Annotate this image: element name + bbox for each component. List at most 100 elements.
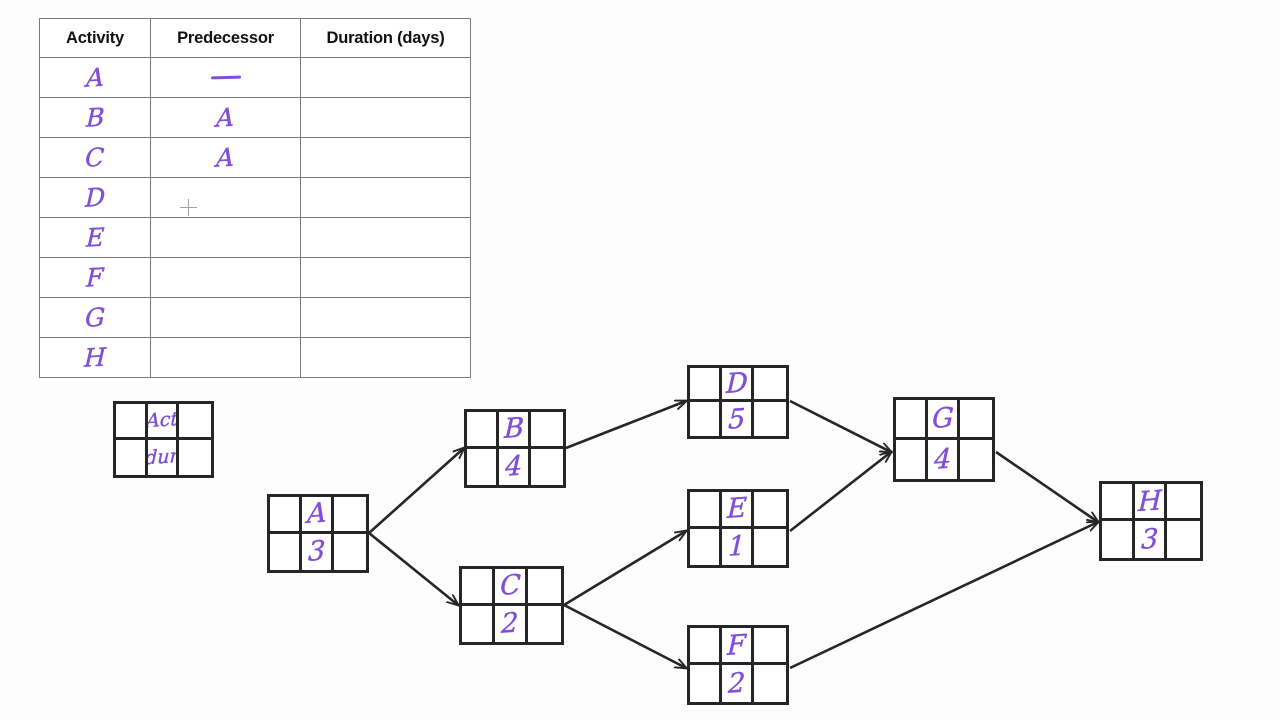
node-e-activity-label: E (726, 492, 747, 526)
node-e-cell-lf (754, 529, 786, 566)
node-c[interactable]: C 2 (459, 566, 564, 645)
table-body: A B A C A D E F G H (39, 57, 471, 378)
node-d-cell-lf (754, 402, 786, 436)
cell-predecessor[interactable]: A (150, 137, 301, 178)
node-d-cell-es (690, 368, 722, 402)
node-a[interactable]: A 3 (267, 494, 369, 573)
cell-predecessor[interactable] (150, 57, 301, 98)
node-h-cell-ef (1167, 484, 1200, 521)
node-f-cell-ls (690, 665, 722, 702)
table-row[interactable]: A (39, 57, 471, 98)
column-header-activity: Activity (39, 18, 151, 58)
node-f-cell-lf (754, 665, 786, 702)
node-f-duration-label: 2 (727, 667, 746, 700)
node-b-cell-ls (467, 448, 499, 485)
predecessor-value: A (215, 101, 236, 133)
cell-activity: E (39, 217, 151, 258)
column-header-duration: Duration (days) (300, 18, 471, 58)
node-h-cell-ls (1102, 521, 1135, 558)
node-e-cell-duration: 1 (722, 528, 754, 565)
edge-e-to-g (789, 452, 891, 533)
activity-value: B (85, 101, 105, 133)
edge-a-to-b (368, 448, 464, 534)
cell-activity: D (39, 177, 151, 218)
edge-g-to-h (995, 450, 1098, 522)
node-g-cell-activity: G (928, 400, 960, 440)
node-c-cell-ef (528, 569, 561, 606)
node-b-cell-lf (531, 449, 563, 486)
node-c-duration-label: 2 (500, 607, 520, 640)
node-h-cell-activity: H (1134, 484, 1168, 521)
node-g[interactable]: G 4 (893, 397, 995, 482)
node-e-duration-label: 1 (727, 530, 746, 563)
node-h-duration-label: 3 (1140, 523, 1159, 556)
node-f-cell-duration: 2 (722, 665, 754, 702)
node-d-cell-ls (690, 402, 722, 436)
node-f[interactable]: F 2 (687, 625, 789, 705)
node-d-cell-ef (754, 368, 786, 402)
cell-duration[interactable] (300, 57, 471, 98)
node-d[interactable]: D 5 (687, 365, 789, 439)
cell-predecessor[interactable] (150, 337, 301, 378)
node-g-activity-label: G (931, 401, 954, 435)
cell-activity: G (39, 297, 151, 338)
table-row[interactable]: G (39, 297, 471, 338)
edge-b-to-d (565, 401, 686, 450)
node-g-cell-lf (960, 440, 992, 480)
cell-predecessor[interactable] (150, 257, 301, 298)
table-row[interactable]: E (39, 217, 471, 258)
legend-duration-label: dur (147, 444, 180, 469)
node-e-cell-es (690, 492, 722, 529)
node-d-duration-label: 5 (727, 402, 746, 436)
node-g-cell-ls (896, 439, 928, 479)
node-d-cell-duration: 5 (722, 402, 754, 436)
table-row[interactable]: D (39, 177, 471, 218)
legend-node[interactable]: Act dur (113, 401, 214, 478)
legend-cell-duration: dur (147, 439, 180, 475)
legend-cell-top-left (116, 404, 148, 440)
node-e-cell-activity: E (722, 492, 754, 529)
activity-value: G (84, 301, 106, 333)
node-c-cell-lf (528, 606, 561, 643)
node-h-cell-duration: 3 (1135, 521, 1168, 558)
activity-value: D (84, 181, 106, 213)
cell-predecessor[interactable]: A (150, 97, 301, 138)
node-e-cell-ef (754, 492, 786, 529)
cell-activity: B (39, 97, 151, 138)
table-row[interactable]: F (39, 257, 471, 298)
node-h[interactable]: H 3 (1099, 481, 1203, 561)
table-row[interactable]: B A (39, 97, 471, 138)
node-b[interactable]: B 4 (464, 409, 566, 488)
node-h-cell-es (1102, 484, 1135, 521)
cell-duration[interactable] (300, 297, 471, 338)
cell-activity: C (39, 137, 151, 178)
cell-duration[interactable] (300, 177, 471, 218)
cell-duration[interactable] (300, 257, 471, 298)
node-c-cell-duration: 2 (495, 605, 528, 642)
table-row[interactable]: H (39, 337, 471, 378)
node-a-cell-activity: A (302, 497, 334, 534)
node-f-cell-es (690, 628, 722, 665)
cell-predecessor[interactable] (150, 217, 301, 258)
cell-activity: F (39, 257, 151, 298)
cell-predecessor[interactable] (150, 297, 301, 338)
cell-activity: H (39, 337, 151, 378)
activity-value: E (85, 221, 105, 253)
cell-duration[interactable] (300, 137, 471, 178)
cell-duration[interactable] (300, 217, 471, 258)
edge-c-to-e (563, 531, 686, 607)
node-h-cell-lf (1167, 521, 1200, 558)
cell-duration[interactable] (300, 337, 471, 378)
cell-predecessor[interactable] (150, 177, 301, 218)
node-b-cell-activity: B (499, 412, 531, 449)
legend-cell-bottom-left (116, 439, 148, 475)
activity-value: C (84, 141, 106, 173)
table-row[interactable]: C A (39, 137, 471, 178)
node-e[interactable]: E 1 (687, 489, 789, 568)
node-g-cell-duration: 4 (928, 439, 960, 479)
edge-f-to-h (789, 522, 1098, 670)
node-b-cell-ef (531, 412, 563, 449)
cell-duration[interactable] (300, 97, 471, 138)
node-g-cell-ef (960, 400, 992, 440)
node-a-cell-es (270, 497, 302, 534)
